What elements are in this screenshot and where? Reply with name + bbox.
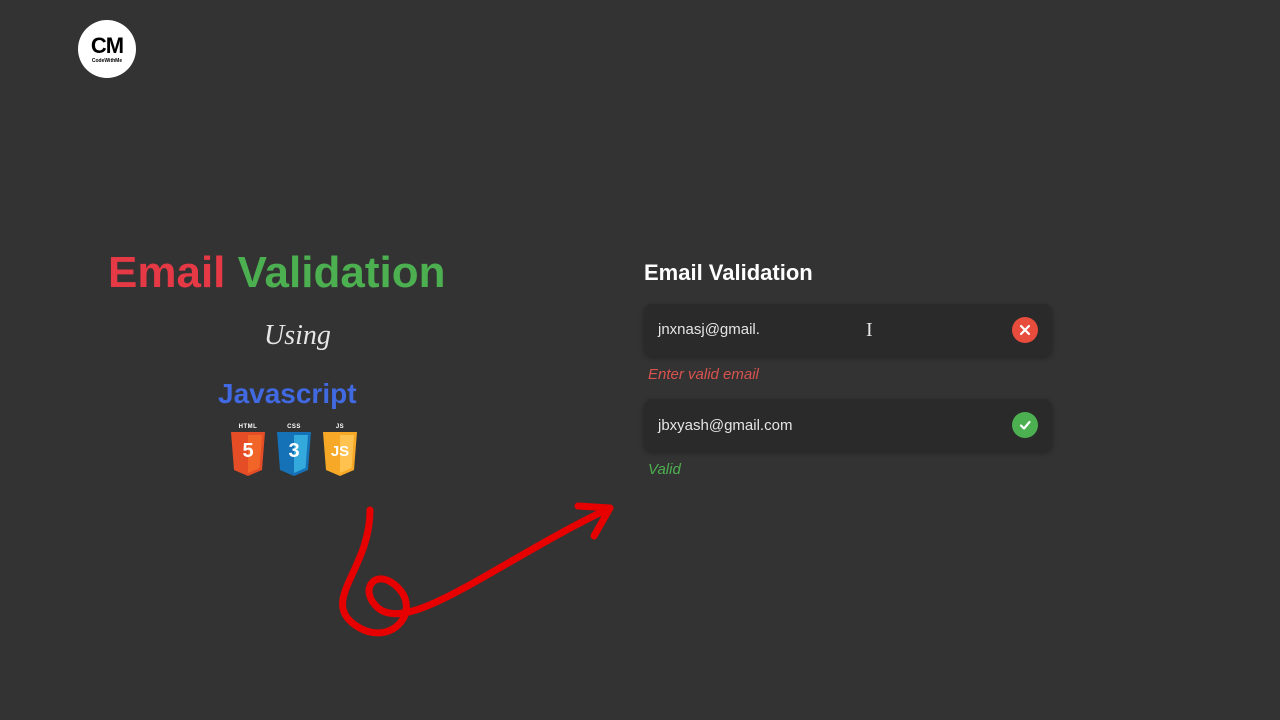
logo-text: CM [91, 35, 123, 57]
tech-icons: HTML 5 CSS 3 JS JS [228, 424, 360, 476]
headline-word-2: Validation [238, 248, 446, 297]
js-icon: JS JS [320, 424, 360, 476]
headline: Email Validation [108, 248, 445, 298]
text-cursor-icon: I [866, 319, 873, 342]
brand-logo: CM CodeWithMe [78, 20, 136, 78]
email-input-row-invalid[interactable]: jnxnasj@gmail. I [644, 304, 1052, 356]
headline-word-1: Email [108, 248, 225, 297]
email-input-invalid[interactable]: jnxnasj@gmail. I [658, 321, 1012, 339]
demo-title: Email Validation [644, 260, 1052, 286]
success-icon [1012, 412, 1038, 438]
logo-subtext: CodeWithMe [92, 58, 122, 64]
subtitle-using: Using [264, 320, 331, 352]
error-message: Enter valid email [648, 366, 1052, 383]
arrow-icon [310, 480, 670, 660]
error-icon [1012, 317, 1038, 343]
email-validation-demo: Email Validation jnxnasj@gmail. I Enter … [644, 260, 1052, 494]
css3-icon: CSS 3 [274, 424, 314, 476]
email-input-row-valid[interactable]: jbxyash@gmail.com [644, 399, 1052, 451]
html5-icon: HTML 5 [228, 424, 268, 476]
email-input-valid[interactable]: jbxyash@gmail.com [658, 417, 1012, 434]
success-message: Valid [648, 461, 1052, 478]
subtitle-javascript: Javascript [218, 378, 357, 410]
